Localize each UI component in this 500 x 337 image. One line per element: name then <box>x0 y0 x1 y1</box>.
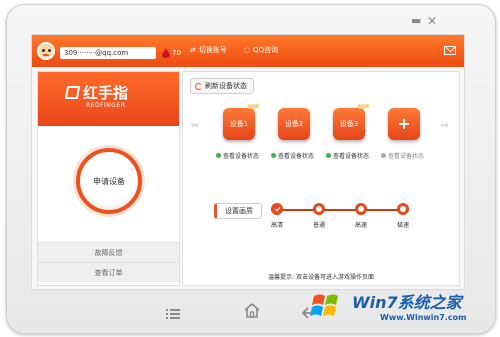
qq-icon: ◌ <box>244 46 251 54</box>
status-dot-icon <box>271 153 276 158</box>
home-icon[interactable] <box>244 303 260 322</box>
status-dot-icon <box>326 153 331 158</box>
device-3-button[interactable]: 设备3 VIP <box>333 104 369 140</box>
switch-icon: ⇄ <box>190 46 196 54</box>
logo-text: 红手指 <box>83 84 129 102</box>
status-label: 查看设备状态 <box>333 153 370 160</box>
device-2-button[interactable]: 设备2 <box>278 108 310 140</box>
refresh-status-button[interactable]: 刷新设备状态 <box>190 78 254 94</box>
minimize-icon[interactable]: ▬ <box>411 15 421 27</box>
feedback-button[interactable]: 故障反馈 <box>38 242 179 262</box>
logo-mark-icon <box>64 86 81 99</box>
arrow-right-icon[interactable]: ⇨ <box>441 121 449 131</box>
refresh-icon <box>195 82 202 90</box>
watermark-url: Www.Winwin7.com <box>380 313 467 322</box>
orders-label: 查看订单 <box>94 268 123 277</box>
qq-support-button[interactable]: ◌ QQ咨询 <box>244 45 278 55</box>
status-label: 查看设备状态 <box>223 153 260 160</box>
top-bar: 309········@qq.com 70 ⇄ 切换账号 ◌ QQ咨询 <box>32 35 464 67</box>
device-1-status[interactable]: 查看设备状态 <box>216 151 259 160</box>
quality-label-fast: 高速 <box>354 222 367 229</box>
quality-option-hd[interactable] <box>271 203 283 215</box>
quality-slider-track <box>271 209 409 211</box>
device-2-status[interactable]: 查看设备状态 <box>271 151 314 160</box>
set-quality-label: 设置画质 <box>225 207 253 215</box>
quality-label-hd: 高清 <box>270 222 283 229</box>
close-icon[interactable]: ✕ <box>427 15 437 27</box>
left-panel: 红手指 REDFINGER 申请设备 故障反馈 查看订单 <box>37 71 180 286</box>
mail-icon[interactable] <box>444 46 456 55</box>
arrow-left-icon[interactable]: ⇦ <box>191 121 199 131</box>
device-3-status[interactable]: 查看设备状态 <box>326 151 369 160</box>
refresh-label: 刷新设备状态 <box>205 82 247 90</box>
feedback-label: 故障反馈 <box>94 248 123 257</box>
set-quality-button[interactable]: 设置画质 <box>214 203 262 219</box>
add-device-button[interactable]: + <box>388 108 420 140</box>
quality-label-fastest: 极速 <box>396 222 409 229</box>
switch-account-button[interactable]: ⇄ 切换账号 <box>190 45 227 55</box>
tip-prefix: 温馨提示: <box>268 274 295 281</box>
avatar[interactable] <box>37 42 55 60</box>
apply-device-label: 申请设备 <box>93 176 125 186</box>
points-drop-icon <box>162 48 170 58</box>
points-value: 70 <box>172 49 181 57</box>
app-screen: 309········@qq.com 70 ⇄ 切换账号 ◌ QQ咨询 红手指 … <box>31 34 465 290</box>
windows-logo-icon <box>306 286 346 326</box>
account-email: 309········@qq.com <box>60 47 156 59</box>
quality-label-normal: 普通 <box>312 222 325 229</box>
quality-option-fast[interactable] <box>355 203 367 215</box>
status-dot-icon <box>381 153 386 158</box>
tip-text: 温馨提示: 双击设备可进入游戏操作页面 <box>183 272 459 281</box>
device-4-status[interactable]: 查看设备状态 <box>381 151 424 160</box>
switch-account-label: 切换账号 <box>198 46 227 54</box>
device-1-button[interactable]: 设备1 VIP <box>223 104 259 140</box>
tip-message: 双击设备可进入游戏操作页面 <box>295 274 374 281</box>
device-2-label: 设备2 <box>284 120 304 128</box>
menu-icon[interactable] <box>166 305 180 324</box>
right-panel: 刷新设备状态 ⇦ ⇨ 设备1 VIP 设备2 设备3 VIP + 查看设备状态 … <box>182 71 460 286</box>
qq-support-label: QQ咨询 <box>253 46 279 54</box>
apply-device-button[interactable]: 申请设备 <box>76 148 142 214</box>
quality-option-normal[interactable] <box>313 203 325 215</box>
device-1-label: 设备1 <box>229 120 249 128</box>
device-3-label: 设备3 <box>339 120 359 128</box>
status-dot-icon <box>216 153 221 158</box>
orders-button[interactable]: 查看订单 <box>38 262 179 282</box>
status-label: 查看设备状态 <box>388 153 425 160</box>
status-label: 查看设备状态 <box>278 153 315 160</box>
plus-icon: + <box>397 114 411 133</box>
watermark-text: Win7系统之家 <box>352 293 462 312</box>
vip-badge: VIP <box>357 104 369 111</box>
quality-option-fastest[interactable] <box>397 203 409 215</box>
brand-logo: 红手指 REDFINGER <box>38 72 179 126</box>
logo-subtext: REDFINGER <box>86 102 126 109</box>
vip-badge: VIP <box>247 104 259 111</box>
